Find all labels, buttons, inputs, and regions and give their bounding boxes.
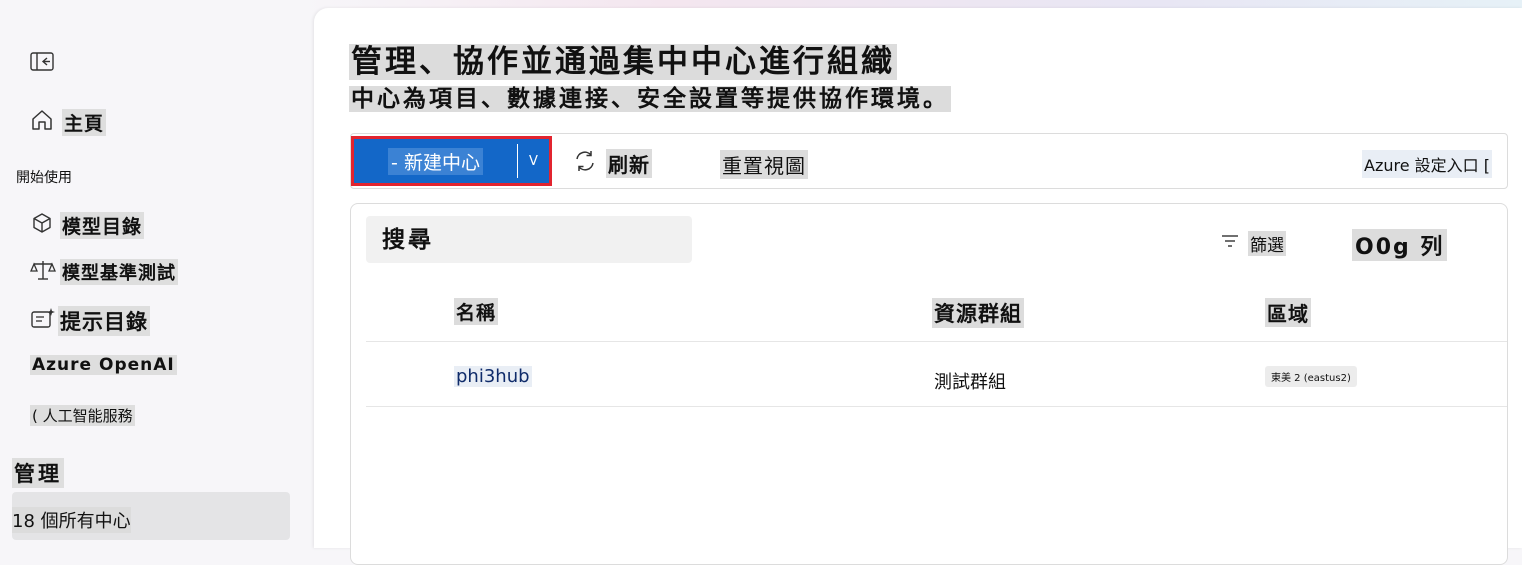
home-icon bbox=[30, 108, 54, 136]
new-hub-dropdown-button[interactable]: V bbox=[518, 139, 549, 183]
section-get-started: 開始使用 bbox=[16, 170, 72, 186]
filter-label: 篩選 bbox=[1248, 231, 1286, 256]
refresh-button[interactable]: 刷新 bbox=[572, 148, 652, 179]
reset-view-label: 重置視圖 bbox=[720, 150, 808, 179]
header-divider bbox=[366, 341, 1507, 342]
new-hub-label: - 新建中心 bbox=[388, 147, 483, 175]
sidebar-item-label: 模型目錄 bbox=[60, 211, 145, 239]
cell-region: 東美 2 (eastus2) bbox=[1265, 366, 1357, 387]
sidebar-item-prompt-catalog[interactable]: 提示目錄 bbox=[30, 306, 150, 336]
filter-button[interactable]: 篩選 bbox=[1220, 231, 1286, 256]
sidebar-item-model-catalog[interactable]: 模型目錄 bbox=[30, 211, 145, 239]
column-header-resource-group[interactable]: 資源群組 bbox=[932, 298, 1024, 328]
sidebar-item-label: ( 人工智能服務 bbox=[30, 405, 135, 426]
search-input[interactable] bbox=[366, 216, 692, 263]
sidebar-item-label: 模型基準測試 bbox=[60, 259, 178, 285]
sidebar-item-azure-openai[interactable]: Azure OpenAI bbox=[30, 355, 177, 375]
cube-icon bbox=[30, 211, 54, 239]
section-manage: 管理 bbox=[12, 458, 64, 488]
row-divider bbox=[366, 406, 1507, 407]
sidebar-item-label: Azure OpenAI bbox=[30, 355, 177, 375]
sidebar-item-label: 主頁 bbox=[62, 108, 107, 136]
filter-icon bbox=[1220, 232, 1240, 255]
refresh-icon bbox=[572, 148, 598, 179]
refresh-label: 刷新 bbox=[606, 149, 652, 178]
sidebar-item-label: 提示目錄 bbox=[58, 306, 150, 336]
hub-name-link[interactable]: phi3hub bbox=[454, 366, 532, 387]
sidebar-item-home[interactable]: 主頁 bbox=[30, 108, 107, 136]
azure-portal-link[interactable]: Azure 設定入口 [ bbox=[1362, 150, 1492, 178]
new-hub-split-button: - 新建中心 V bbox=[351, 136, 552, 186]
page-subtitle: 中心為項目、數據連接、安全設置等提供協作環境。 bbox=[349, 86, 951, 112]
new-hub-button[interactable]: - 新建中心 bbox=[354, 139, 517, 183]
sidebar: 主頁 開始使用 模型目錄 模型基準測試 提示目錄 Azure OpenAI (… bbox=[0, 0, 312, 546]
prompt-sparkle-icon bbox=[30, 307, 56, 335]
reset-view-button[interactable]: 重置視圖 bbox=[720, 150, 808, 179]
column-header-name[interactable]: 名稱 bbox=[454, 298, 499, 325]
scale-icon bbox=[30, 258, 56, 286]
sidebar-item-all-hubs-label: 18 個所有中心 bbox=[12, 507, 131, 533]
chevron-down-icon: V bbox=[529, 153, 538, 169]
sidebar-item-ai-services[interactable]: ( 人工智能服務 bbox=[30, 405, 135, 426]
sidebar-item-benchmarks[interactable]: 模型基準測試 bbox=[30, 258, 178, 286]
page-title: 管理、協作並通過集中中心進行組織 bbox=[349, 44, 897, 80]
columns-button[interactable]: O0g 列 bbox=[1352, 229, 1448, 261]
column-header-region[interactable]: 區域 bbox=[1265, 298, 1311, 327]
collapse-sidebar-icon[interactable] bbox=[30, 51, 56, 73]
cell-resource-group: 測試群組 bbox=[934, 372, 1006, 393]
cell-name[interactable]: phi3hub bbox=[454, 366, 532, 387]
